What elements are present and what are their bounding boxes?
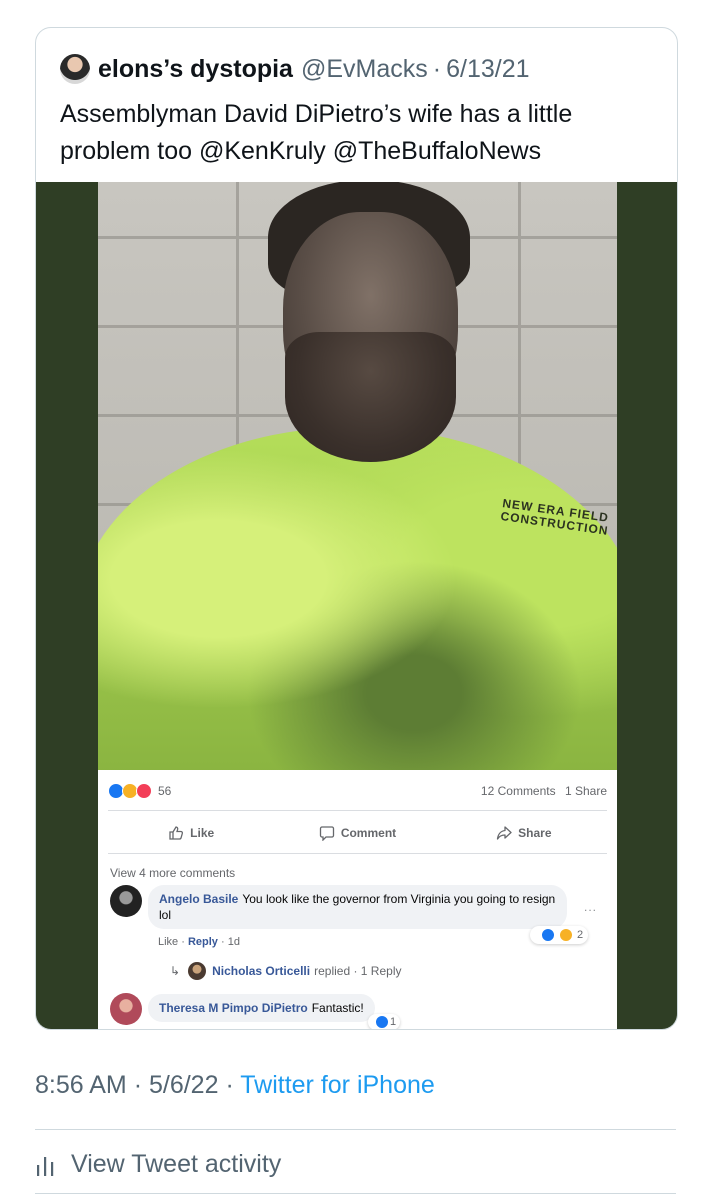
comment-reaction-count: 2 [577, 929, 584, 941]
more-options-icon: ... [584, 900, 598, 914]
fb-comment-button: Comment [274, 818, 440, 848]
reaction-summary-row: 56 12 Comments 1 Share [108, 778, 607, 804]
divider [108, 853, 607, 854]
comment-bubble-icon [319, 826, 334, 841]
fb-share-label: Share [518, 826, 552, 840]
haha-reaction-icon [559, 928, 573, 942]
comment-author: Angelo Basile [159, 892, 239, 906]
comment-reply-link: Reply [187, 936, 218, 948]
post-actions: Like Comment Share [108, 818, 607, 848]
shares-count: 1 Share [564, 784, 607, 798]
comment-age: 1d [227, 936, 240, 948]
divider [35, 1129, 676, 1130]
comment-reactions: 2 [530, 926, 589, 944]
view-more-comments: View 4 more comments [110, 866, 236, 880]
green-shirt [98, 427, 617, 770]
commenter-avatar [110, 993, 142, 1025]
like-reaction-icon [541, 928, 555, 942]
tweet-timestamp-row: 8:56 AM · 5/6/22 · Twitter for iPhone [35, 1071, 435, 1100]
fb-like-label: Like [190, 826, 215, 840]
reply-summary: ↳ Nicholas Orticelli replied · 1 Reply [170, 962, 401, 980]
replier-avatar [188, 962, 207, 980]
author-handle[interactable]: @EvMacks [301, 55, 428, 84]
tweet-source-link[interactable]: Twitter for iPhone [240, 1071, 435, 1099]
view-tweet-activity-label: View Tweet activity [71, 1150, 282, 1178]
tweet-time[interactable]: 8:56 AM [35, 1071, 127, 1099]
comment-author: Theresa M Pimpo DiPietro [159, 1001, 308, 1015]
tweet-date[interactable]: 5/6/22 [149, 1071, 219, 1099]
post-photo: NEW ERA FIELD CONSTRUCTION [98, 182, 617, 770]
comment-reaction-count: 1 [390, 1016, 397, 1028]
beard [285, 332, 456, 462]
commenter-avatar [110, 885, 142, 917]
fb-share-button: Share [441, 818, 607, 848]
quoted-tweet-card[interactable]: elons’s dystopia @EvMacks · 6/13/21 Asse… [35, 27, 678, 1030]
comment-meta: Like · Reply · 1d [158, 936, 240, 948]
comment-text: Fantastic! [311, 1001, 364, 1015]
fb-like-button: Like [108, 818, 274, 848]
tweet-media[interactable]: NEW ERA FIELD CONSTRUCTION 56 12 Comment… [36, 182, 677, 1029]
reply-summary-text: replied · 1 Reply [314, 964, 402, 978]
replier-name: Nicholas Orticelli [212, 964, 311, 978]
fb-comment-label: Comment [340, 826, 397, 840]
quoted-tweet-header: elons’s dystopia @EvMacks · 6/13/21 [60, 54, 530, 84]
love-reaction-icon [136, 783, 152, 799]
author-display-name[interactable]: elons’s dystopia [98, 55, 293, 84]
post-meta: 12 Comments 1 Share [481, 784, 607, 798]
comment-like-link: Like [158, 936, 179, 948]
facebook-post-screenshot: NEW ERA FIELD CONSTRUCTION 56 12 Comment… [98, 182, 617, 1029]
quoted-tweet-text: Assemblyman David DiPietro’s wife has a … [60, 100, 573, 165]
like-reaction-icon [375, 1015, 389, 1029]
divider [35, 1193, 676, 1194]
divider [108, 810, 607, 811]
comment-reactions: 1 [368, 1014, 401, 1029]
footer-separator: · [133, 1071, 143, 1099]
reply-arrow-icon: ↳ [170, 964, 181, 978]
author-avatar[interactable] [60, 54, 90, 84]
quoted-tweet-date[interactable]: 6/13/21 [446, 55, 529, 84]
analytics-bars-icon [37, 1156, 54, 1176]
share-arrow-icon [496, 826, 512, 840]
comment-bubble: Angelo Basile You look like the governor … [148, 885, 567, 929]
footer-separator: · [225, 1071, 234, 1099]
header-separator: · [432, 54, 442, 83]
comments-count: 12 Comments [480, 784, 556, 798]
view-tweet-activity-button[interactable]: View Tweet activity [35, 1150, 281, 1179]
comment-bubble: Theresa M Pimpo DiPietro Fantastic! [148, 994, 375, 1022]
reaction-count: 56 [158, 784, 172, 798]
thumbs-up-icon [169, 826, 184, 840]
